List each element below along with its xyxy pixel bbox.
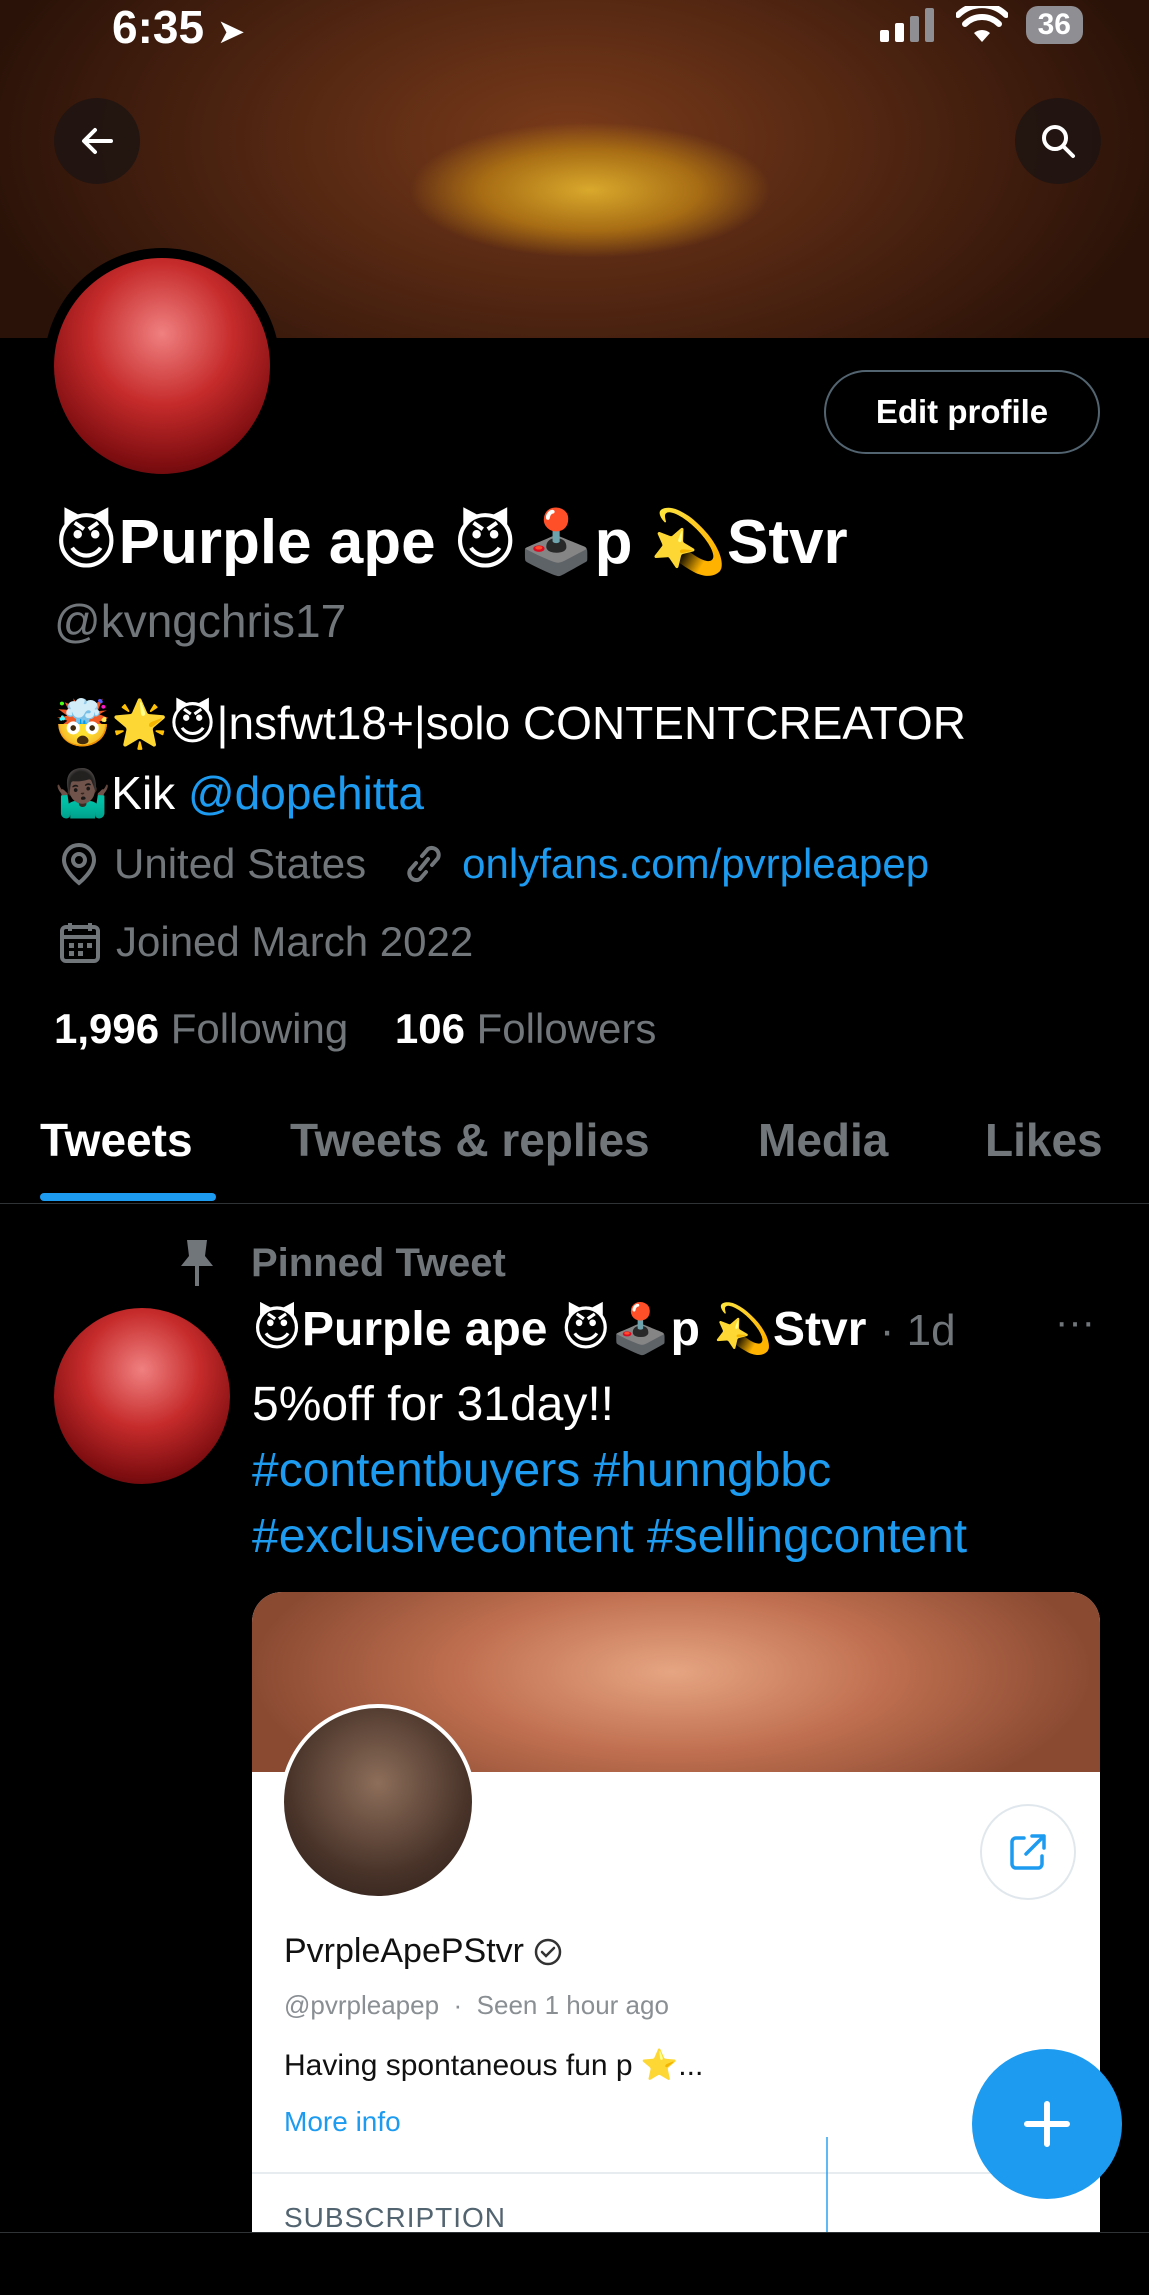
tab-likes[interactable]: Likes [985, 1113, 1103, 1167]
link-icon [407, 845, 441, 883]
verified-check-icon [534, 1938, 562, 1965]
display-name: 😈Purple ape 😈🕹️p 💫Stvr [54, 508, 848, 577]
pinned-text: Pinned Tweet [251, 1240, 506, 1285]
tweet-time: · 1d [879, 1306, 956, 1355]
tweet-hashtags-1[interactable]: #contentbuyers #hunngbbc [252, 1438, 1132, 1504]
tab-media[interactable]: Media [758, 1113, 888, 1167]
location-pin-icon [61, 842, 97, 886]
card-name: PvrpleApePStvr [284, 1932, 524, 1970]
bio-mention-link[interactable]: @dopehitta [188, 767, 424, 819]
followers-count: 106 [394, 1005, 465, 1052]
card-username: @pvrpleapep [284, 1990, 440, 2020]
card-share-button[interactable] [980, 1804, 1076, 1900]
tweet-header: 😈Purple ape 😈🕹️p 💫Stvr · 1d [252, 1300, 956, 1357]
plus-icon [1024, 2101, 1070, 2147]
tweet-author-avatar[interactable] [54, 1308, 230, 1484]
pinned-tweet-label: Pinned Tweet [175, 1236, 506, 1290]
arrow-left-icon [82, 128, 113, 154]
calendar-icon [60, 923, 100, 963]
card-subscription-label: SUBSCRIPTION [284, 2202, 507, 2232]
edit-profile-button[interactable]: Edit profile [824, 370, 1100, 454]
following-count: 1,996 [54, 1005, 160, 1052]
tweet-author-name[interactable]: 😈Purple ape 😈🕹️p 💫Stvr [252, 1303, 866, 1356]
pin-icon [181, 1240, 213, 1286]
followers-link[interactable]: 106 Followers [395, 1005, 656, 1052]
tweet-more-button[interactable]: ··· [1055, 1300, 1095, 1345]
status-icons: 36 [879, 6, 1083, 44]
location-arrow-icon: ➤ [216, 13, 246, 51]
tab-tweets-replies[interactable]: Tweets & replies [290, 1113, 650, 1167]
profile-meta-row: United States onlyfans.com/pvrpleapep [58, 840, 929, 888]
profile-handle: @kvngchris17 [54, 595, 347, 647]
back-button[interactable] [54, 98, 140, 184]
website-link[interactable]: onlyfans.com/pvrpleapep [462, 840, 929, 888]
profile-tabs: Tweets Tweets & replies Media Likes [0, 1095, 1149, 1204]
bio-text: 🤷🏿‍♂️Kik [54, 767, 188, 819]
card-scroll-indicator [826, 2137, 828, 2232]
active-tab-indicator [40, 1193, 216, 1201]
tab-tweets[interactable]: Tweets [40, 1113, 193, 1167]
search-button[interactable] [1015, 98, 1101, 184]
card-avatar [280, 1704, 476, 1900]
location-text: United States [114, 840, 367, 887]
card-more-info-link[interactable]: More info [284, 2106, 401, 2138]
avatar-image [54, 258, 270, 474]
card-seen: Seen 1 hour ago [476, 1990, 669, 2020]
compose-tweet-button[interactable] [972, 2049, 1122, 2199]
following-link[interactable]: 1,996 Following [54, 1005, 348, 1052]
bio-line-2: 🤷🏿‍♂️Kik @dopehitta [54, 758, 1134, 828]
bottom-bar [0, 2232, 1149, 2295]
joined-text: Joined March 2022 [116, 918, 474, 965]
followers-label: Followers [476, 1005, 657, 1052]
follow-counts: 1,996 Following 106 Followers [54, 1005, 656, 1053]
battery-indicator: 36 [1025, 6, 1083, 44]
following-label: Following [170, 1005, 349, 1052]
card-subline: @pvrpleapep · Seen 1 hour ago [284, 1990, 669, 2021]
search-icon [1042, 125, 1075, 158]
share-icon [1010, 1834, 1046, 1870]
signal-icon [879, 8, 934, 42]
card-divider [252, 2172, 1100, 2174]
tweet-body: 5%off for 31day!! #contentbuyers #hunngb… [252, 1372, 1132, 1570]
card-separator: · [453, 1990, 463, 2020]
wifi-icon [955, 6, 1008, 42]
card-name-row: PvrpleApePStvr [284, 1932, 564, 1971]
card-description: Having spontaneous fun p ⭐... [284, 2049, 704, 2082]
status-time: 6:35 ➤ [112, 1, 246, 53]
bio-line-1: 🤯🌟😈|nsfwt18+|solo CONTENTCREATOR [54, 697, 966, 749]
tweet-hashtags-2[interactable]: #exclusivecontent #sellingcontent [252, 1504, 1132, 1570]
tweet-text-line: 5%off for 31day!! [252, 1378, 615, 1431]
profile-avatar[interactable] [44, 248, 280, 484]
joined-row: Joined March 2022 [58, 918, 473, 966]
profile-bio: 🤯🌟😈|nsfwt18+|solo CONTENTCREATOR 🤷🏿‍♂️Ki… [54, 688, 1134, 828]
